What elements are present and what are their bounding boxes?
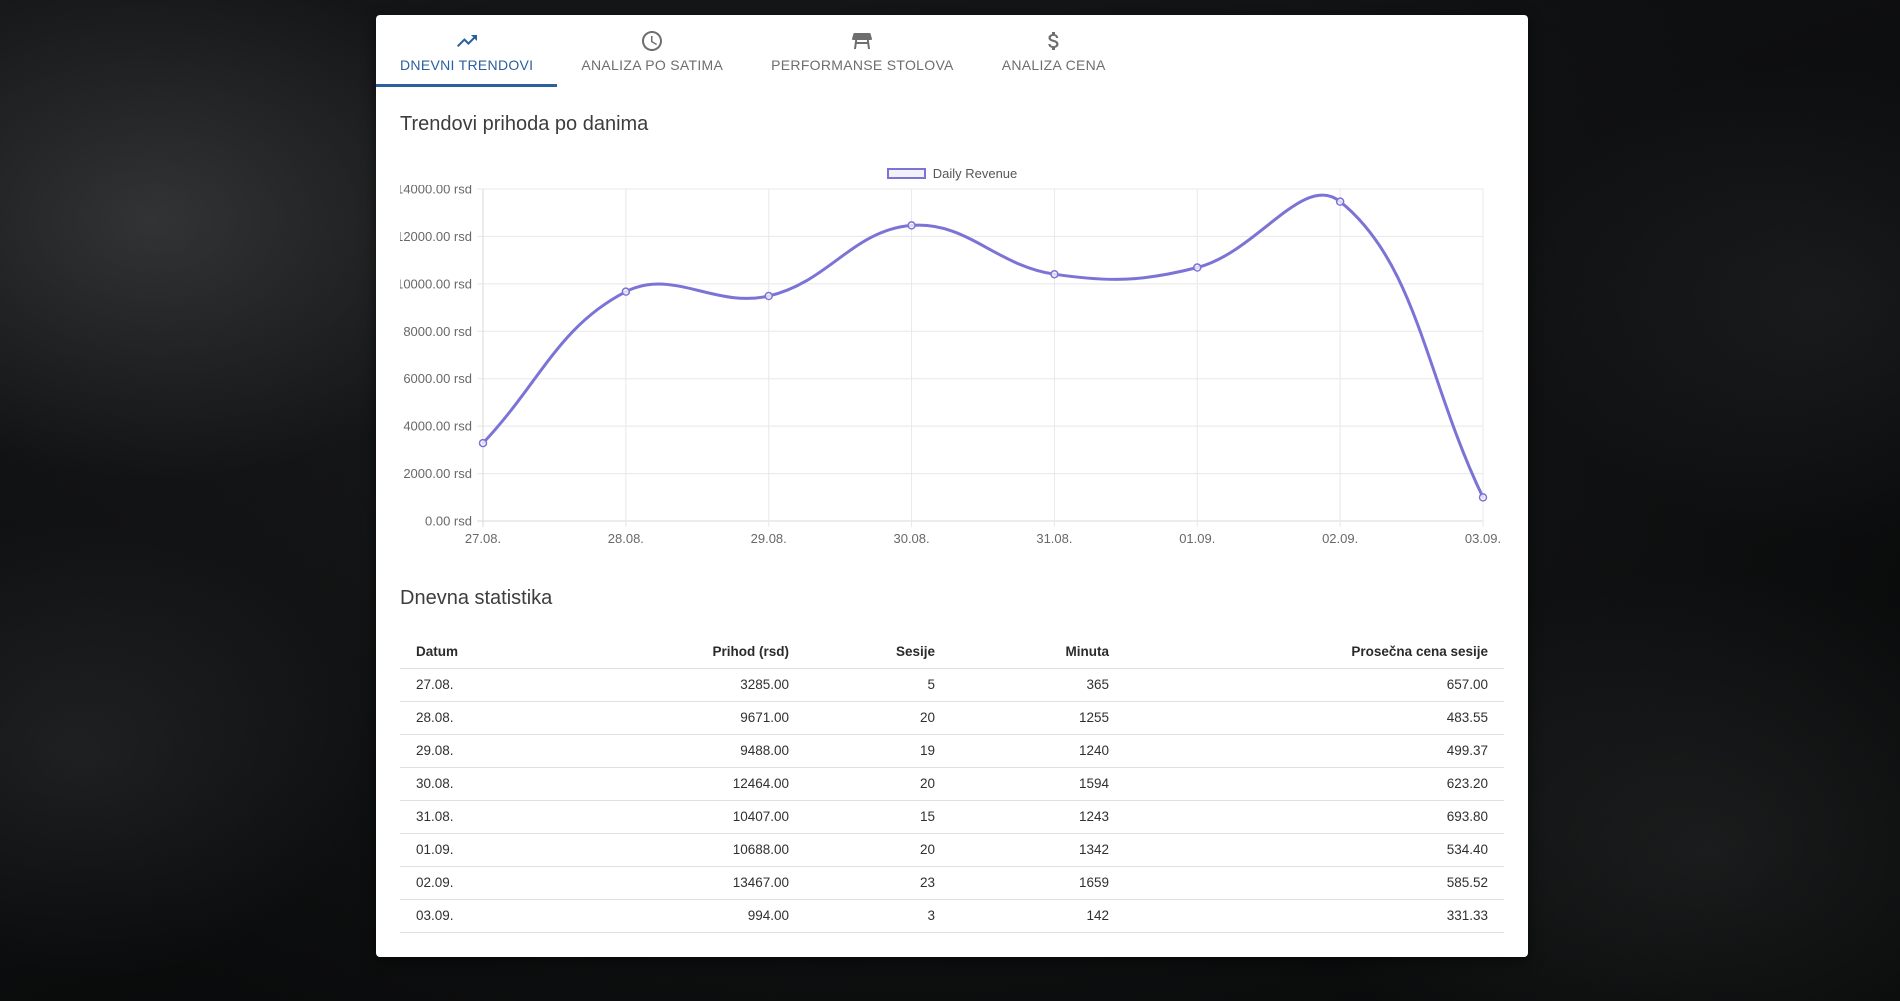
table-cell: 13467.00 [655,866,805,899]
table-cell: 31.08. [400,800,655,833]
table-cell: 10688.00 [655,833,805,866]
table-cell: 1255 [951,701,1125,734]
column-header: Minuta [951,635,1125,668]
tab-bar: DNEVNI TRENDOVI ANALIZA PO SATIMA PERFORMA… [376,15,1528,87]
table-cell: 499.37 [1125,734,1504,767]
table-icon [850,29,874,53]
table-cell: 331.33 [1125,899,1504,932]
clock-icon [640,29,664,53]
svg-text:10000.00 rsd: 10000.00 rsd [400,276,472,291]
table-cell: 3285.00 [655,668,805,701]
chart-legend[interactable]: Daily Revenue [400,166,1504,181]
chart-title: Trendovi prihoda po danima [400,113,648,136]
stats-title: Dnevna statistika [400,587,552,610]
table-cell: 534.40 [1125,833,1504,866]
table-cell: 15 [805,800,951,833]
daily-stats-table: DatumPrihod (rsd)SesijeMinutaProsečna ce… [400,635,1504,933]
table-cell: 365 [951,668,1125,701]
tab-analiza-cena[interactable]: ANALIZA CENA [978,15,1130,87]
table-cell: 483.55 [1125,701,1504,734]
trending-up-icon [455,29,479,53]
svg-text:30.08.: 30.08. [893,531,929,546]
tab-label: ANALIZA PO SATIMA [581,57,723,73]
table-cell: 3 [805,899,951,932]
svg-text:8000.00 rsd: 8000.00 rsd [403,324,472,339]
table-cell: 03.09. [400,899,655,932]
column-header: Sesije [805,635,951,668]
table-row: 03.09.994.003142331.33 [400,899,1504,932]
legend-swatch [887,168,926,179]
table-cell: 1659 [951,866,1125,899]
table-cell: 20 [805,833,951,866]
table-cell: 657.00 [1125,668,1504,701]
table-cell: 23 [805,866,951,899]
table-cell: 142 [951,899,1125,932]
column-header: Prosečna cena sesije [1125,635,1504,668]
table-cell: 623.20 [1125,767,1504,800]
revenue-line-chart: 0.00 rsd 2000.00 rsd 4000.00 rsd 6000.00 rs… [400,185,1504,555]
tab-performanse-stolova[interactable]: PERFORMANSE STOLOVA [747,15,978,87]
table-cell: 585.52 [1125,866,1504,899]
tab-label: DNEVNI TRENDOVI [400,57,533,73]
table-cell: 29.08. [400,734,655,767]
svg-text:27.08.: 27.08. [465,531,501,546]
table-row: 02.09.13467.00231659585.52 [400,866,1504,899]
table-cell: 12464.00 [655,767,805,800]
svg-text:29.08.: 29.08. [751,531,787,546]
table-cell: 10407.00 [655,800,805,833]
table-cell: 27.08. [400,668,655,701]
table-row: 01.09.10688.00201342534.40 [400,833,1504,866]
daily-stats-table-wrap: DatumPrihod (rsd)SesijeMinutaProsečna ce… [400,635,1504,933]
svg-text:03.09.: 03.09. [1465,531,1501,546]
svg-text:4000.00 rsd: 4000.00 rsd [403,419,472,434]
table-cell: 28.08. [400,701,655,734]
svg-text:14000.00 rsd: 14000.00 rsd [400,185,472,197]
svg-text:31.08.: 31.08. [1036,531,1072,546]
svg-text:12000.00 rsd: 12000.00 rsd [400,229,472,244]
table-row: 28.08.9671.00201255483.55 [400,701,1504,734]
table-cell: 20 [805,701,951,734]
table-cell: 9671.00 [655,701,805,734]
dashboard-card: DNEVNI TRENDOVI ANALIZA PO SATIMA PERFORMA… [376,15,1528,957]
table-header-row: DatumPrihod (rsd)SesijeMinutaProsečna ce… [400,635,1504,668]
svg-text:0.00 rsd: 0.00 rsd [425,514,472,529]
svg-text:2000.00 rsd: 2000.00 rsd [403,466,472,481]
dollar-icon [1042,29,1066,53]
table-cell: 1342 [951,833,1125,866]
table-cell: 994.00 [655,899,805,932]
table-row: 30.08.12464.00201594623.20 [400,767,1504,800]
table-cell: 01.09. [400,833,655,866]
table-cell: 1240 [951,734,1125,767]
svg-text:28.08.: 28.08. [608,531,644,546]
table-cell: 1594 [951,767,1125,800]
tab-analiza-po-satima[interactable]: ANALIZA PO SATIMA [557,15,747,87]
tab-label: ANALIZA CENA [1002,57,1106,73]
column-header: Datum [400,635,655,668]
svg-text:02.09.: 02.09. [1322,531,1358,546]
table-cell: 02.09. [400,866,655,899]
svg-text:6000.00 rsd: 6000.00 rsd [403,371,472,386]
table-cell: 30.08. [400,767,655,800]
table-cell: 9488.00 [655,734,805,767]
legend-label: Daily Revenue [933,166,1018,181]
column-header: Prihod (rsd) [655,635,805,668]
table-row: 27.08.3285.005365657.00 [400,668,1504,701]
table-cell: 20 [805,767,951,800]
table-cell: 5 [805,668,951,701]
table-cell: 1243 [951,800,1125,833]
table-cell: 19 [805,734,951,767]
table-cell: 693.80 [1125,800,1504,833]
tab-dnevni-trendovi[interactable]: DNEVNI TRENDOVI [376,15,557,87]
svg-text:01.09.: 01.09. [1179,531,1215,546]
tab-label: PERFORMANSE STOLOVA [771,57,954,73]
table-row: 31.08.10407.00151243693.80 [400,800,1504,833]
table-row: 29.08.9488.00191240499.37 [400,734,1504,767]
